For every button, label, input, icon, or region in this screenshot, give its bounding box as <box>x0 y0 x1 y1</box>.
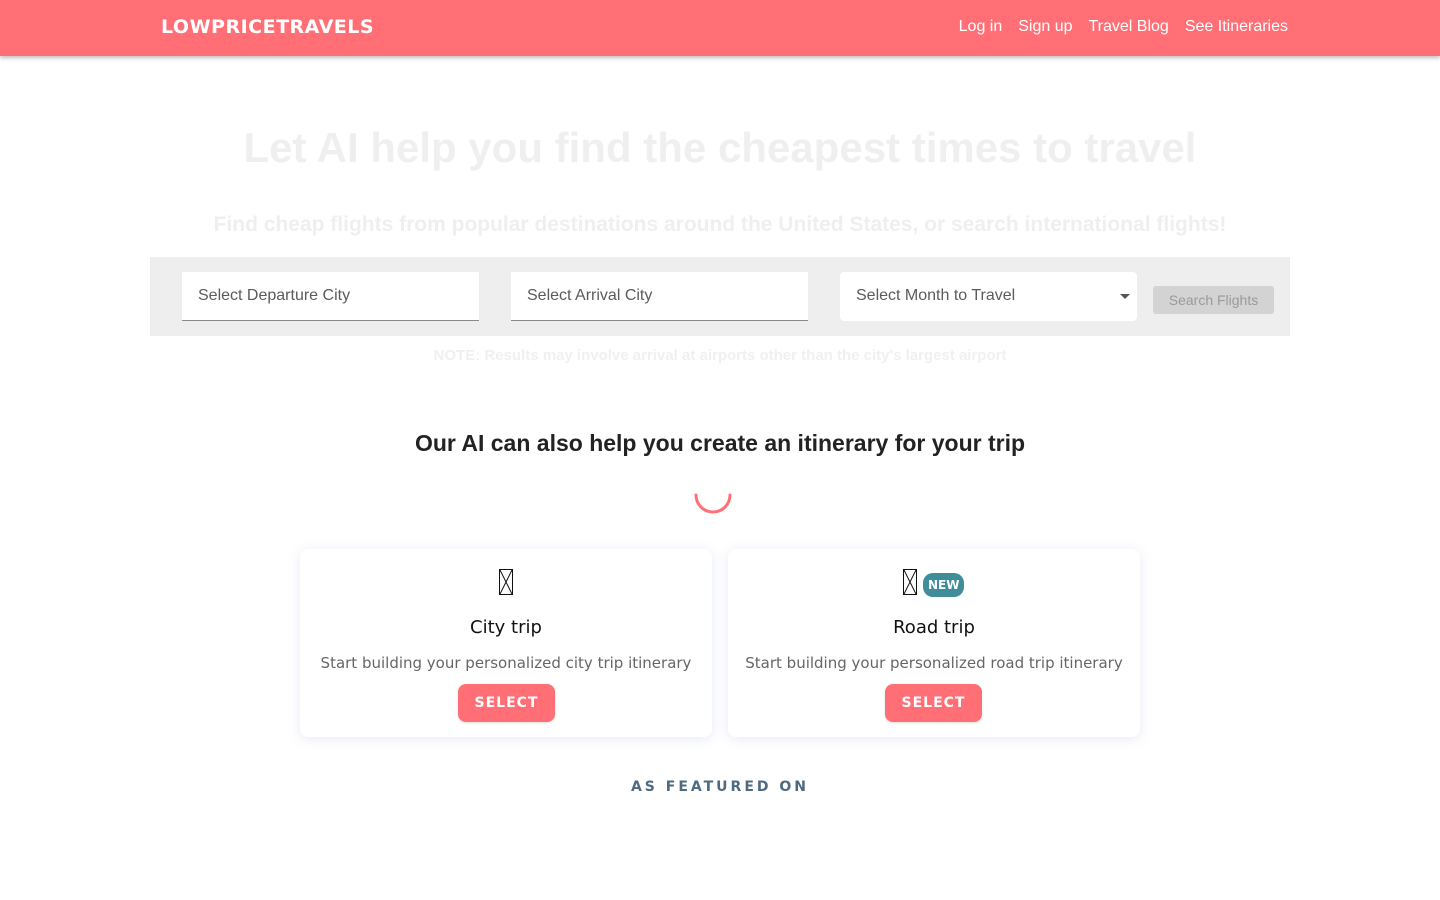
featured-on-label: AS FEATURED ON <box>630 779 810 795</box>
nav-signup-link[interactable]: Sign up <box>1018 18 1072 36</box>
search-flights-button[interactable]: Search Flights <box>1153 286 1274 314</box>
city-trip-description: Start building your personalized city tr… <box>320 654 692 672</box>
hero-title: Let AI help you find the cheapest times … <box>243 124 1197 171</box>
nav-see-itineraries-link[interactable]: See Itineraries <box>1185 18 1288 36</box>
road-trip-description: Start building your personalized road tr… <box>745 654 1123 672</box>
road-trip-title: Road trip <box>893 617 975 638</box>
travel-month-select[interactable]: Select Month to Travel <box>840 272 1137 321</box>
city-icon <box>499 569 513 595</box>
itinerary-heading: Our AI can also help you create an itine… <box>414 430 1026 456</box>
city-trip-title: City trip <box>470 617 542 638</box>
nav-travel-blog-link[interactable]: Travel Blog <box>1089 18 1169 36</box>
city-trip-card[interactable]: City trip Start building your personaliz… <box>300 549 712 737</box>
top-navbar: LOWPRICETRAVELS Log in Sign up Travel Bl… <box>0 0 1440 56</box>
road-trip-select-button[interactable]: SELECT <box>885 684 982 722</box>
new-badge: NEW <box>923 573 965 597</box>
travel-month-select-value: Select Month to Travel <box>856 287 1016 304</box>
arrival-city-input[interactable] <box>511 272 808 321</box>
road-trip-card[interactable]: NEW Road trip Start building your person… <box>728 549 1140 737</box>
caret-down-icon <box>1120 294 1130 299</box>
brand-logo[interactable]: LOWPRICETRAVELS <box>161 16 374 38</box>
city-trip-select-button[interactable]: SELECT <box>458 684 555 722</box>
nav-login-link[interactable]: Log in <box>959 18 1003 36</box>
hero-subtitle: Find cheap flights from popular destinat… <box>213 213 1227 236</box>
car-icon <box>903 569 917 595</box>
nav-links: Log in Sign up Travel Blog See Itinerari… <box>959 18 1288 36</box>
airport-note: NOTE: Results may involve arrival at air… <box>433 347 1007 364</box>
flight-search-panel: Select Month to Travel Search Flights <box>150 257 1290 336</box>
departure-city-input[interactable] <box>182 272 479 321</box>
loading-spinner-icon <box>693 475 733 515</box>
